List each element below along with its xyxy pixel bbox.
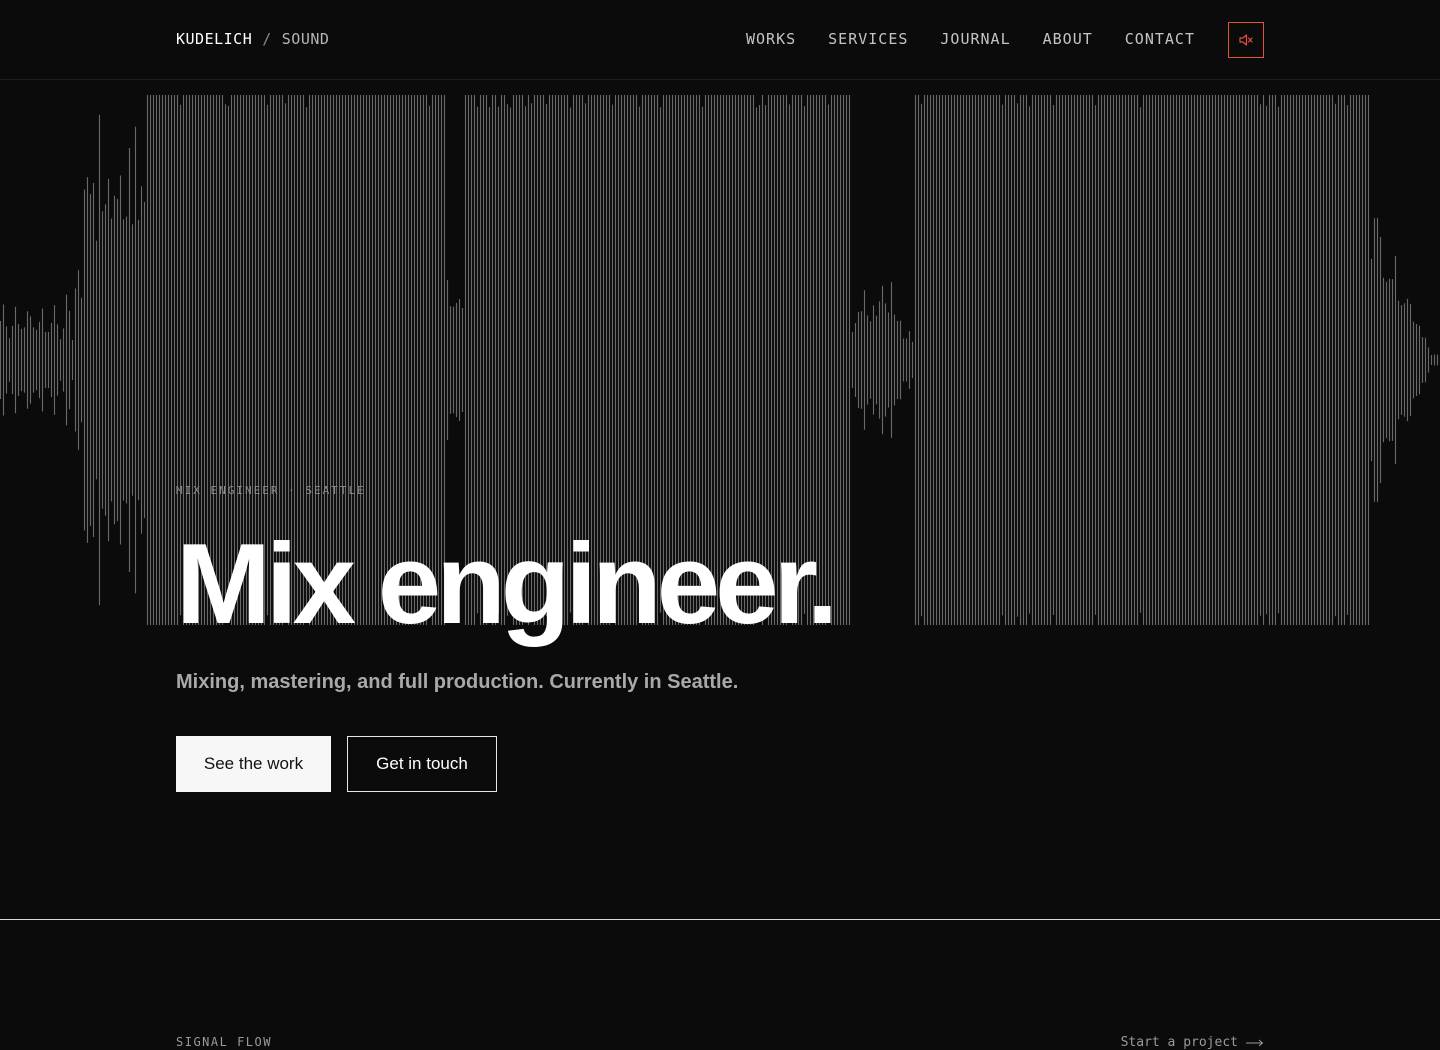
hero-eyebrow: MIX ENGINEER · SEATTLE	[176, 484, 366, 497]
hero-headline: Mix engineer.	[176, 521, 838, 648]
hero-subline: Mixing, mastering, and full production. …	[176, 671, 739, 693]
get-in-touch-button[interactable]: Get in touch	[347, 736, 497, 792]
signal-flow-label: SIGNAL FLOW	[176, 1035, 272, 1049]
site-header: KUDELICH / SOUND WORKS SERVICES JOURNAL …	[0, 0, 1440, 80]
main-nav: WORKS SERVICES JOURNAL ABOUT CONTACT	[746, 30, 1195, 48]
start-project-link[interactable]: Start a project	[1121, 1035, 1264, 1050]
start-project-label: Start a project	[1120, 1035, 1238, 1050]
nav-services[interactable]: SERVICES	[828, 30, 908, 48]
logo-section: SOUND	[281, 30, 330, 48]
logo[interactable]: KUDELICH / SOUND	[176, 30, 329, 48]
nav-contact[interactable]: CONTACT	[1125, 30, 1195, 48]
logo-brand: KUDELICH	[176, 30, 253, 48]
section-divider	[0, 919, 1440, 920]
nav-works[interactable]: WORKS	[746, 30, 796, 48]
mute-toggle-button[interactable]	[1228, 22, 1264, 58]
nav-journal[interactable]: JOURNAL	[940, 30, 1010, 48]
see-the-work-button[interactable]: See the work	[176, 736, 331, 792]
nav-about[interactable]: ABOUT	[1043, 30, 1093, 48]
arrow-right-icon	[1246, 1039, 1264, 1046]
speaker-muted-icon	[1239, 34, 1253, 46]
page: KUDELICH / SOUND WORKS SERVICES JOURNAL …	[0, 0, 1440, 1050]
logo-separator: /	[262, 30, 272, 48]
